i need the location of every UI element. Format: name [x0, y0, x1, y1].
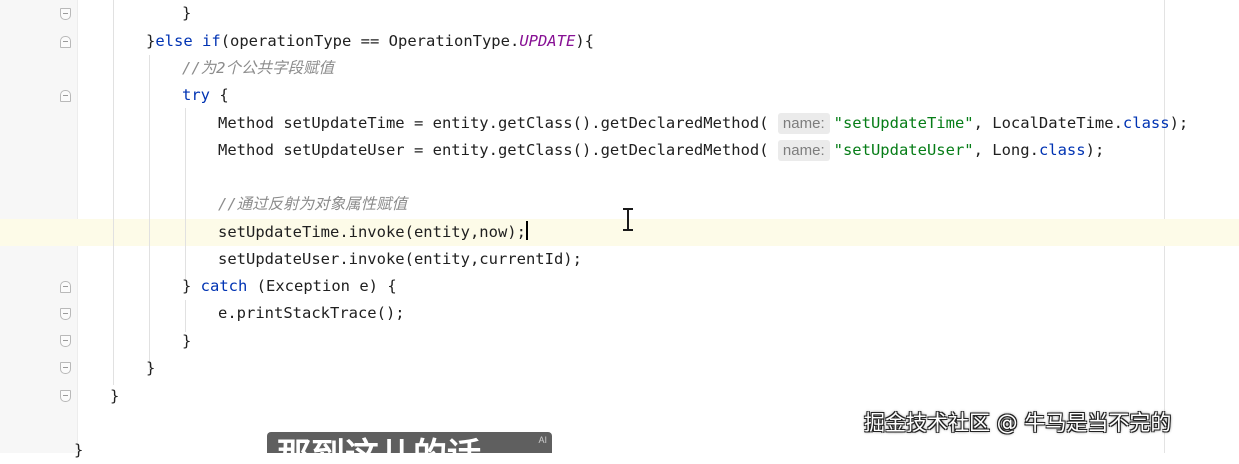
code-text: , LocalDateTime. — [973, 114, 1123, 132]
code-line[interactable]: } — [182, 0, 191, 27]
code-text: ); — [1085, 141, 1105, 159]
ibeam-cursor-icon — [623, 208, 633, 231]
code-comment: //通过反射为对象属性赋值 — [218, 195, 408, 213]
parameter-hint: name: — [777, 113, 830, 134]
fold-marker-icon[interactable] — [60, 90, 71, 102]
code-text: (Exception e) { — [247, 277, 397, 295]
fold-marker-icon[interactable] — [60, 8, 71, 20]
code-line[interactable]: } — [74, 437, 83, 464]
code-text: ); — [1169, 114, 1189, 132]
brace: } — [146, 32, 156, 50]
watermark-text: 掘金技术社区 @ 牛马是当不完的 — [864, 411, 1172, 435]
code-text: setUpdateUser.invoke(entity,currentId); — [218, 250, 582, 268]
brace: } — [182, 332, 192, 350]
text-caret — [525, 221, 528, 240]
brace: } — [146, 359, 156, 377]
keyword-else: else — [155, 32, 193, 50]
indent-guide — [149, 55, 150, 370]
code-text: setUpdateTime.invoke(entity,now); — [218, 223, 526, 241]
fold-marker-icon[interactable] — [60, 390, 71, 402]
subtitle-caption: 那到这儿的话 AI — [267, 432, 552, 453]
code-text: (operationType == OperationType. — [220, 32, 520, 50]
code-line-comment[interactable]: //通过反射为对象属性赋值 — [218, 191, 407, 218]
code-text: e.printStackTrace(); — [218, 304, 405, 322]
code-line-comment[interactable]: //为2个公共字段赋值 — [182, 55, 334, 82]
code-line[interactable]: } — [182, 328, 191, 355]
indent-guide — [113, 0, 114, 385]
fold-marker-icon[interactable] — [60, 281, 71, 293]
fold-marker-icon[interactable] — [60, 308, 71, 320]
string-literal: "setUpdateTime" — [833, 114, 974, 132]
keyword-class: class — [1038, 141, 1086, 159]
code-line-try[interactable]: try { — [182, 82, 229, 109]
fold-marker-icon[interactable] — [60, 335, 71, 347]
code-line[interactable]: } — [110, 383, 119, 410]
code-line-invoke-user[interactable]: setUpdateUser.invoke(entity,currentId); — [218, 246, 582, 273]
code-line-else-if[interactable]: }else if(operationType == OperationType.… — [146, 28, 594, 55]
parameter-hint: name: — [777, 140, 830, 161]
code-line-method-user[interactable]: Method setUpdateUser = entity.getClass()… — [218, 137, 1104, 164]
keyword-class: class — [1122, 114, 1170, 132]
string-literal: "setUpdateUser" — [833, 141, 974, 159]
code-line-method-time[interactable]: Method setUpdateTime = entity.getClass()… — [218, 110, 1188, 137]
code-text: ){ — [575, 32, 594, 50]
brace: } — [110, 387, 120, 405]
ai-badge: AI — [538, 435, 547, 445]
brace: } — [182, 277, 201, 295]
code-line-invoke-time[interactable]: setUpdateTime.invoke(entity,now); — [218, 219, 528, 246]
indent-guide — [185, 108, 186, 280]
code-text: Method setUpdateUser = entity.getClass()… — [218, 141, 769, 159]
code-text: , Long. — [973, 141, 1039, 159]
code-line[interactable]: } — [146, 355, 155, 382]
keyword-if: if — [202, 32, 221, 50]
brace: } — [74, 441, 84, 459]
brace: } — [182, 4, 192, 22]
code-line-print-stack[interactable]: e.printStackTrace(); — [218, 300, 405, 327]
subtitle-text: 那到这儿的话 — [277, 436, 481, 453]
code-editor[interactable]: } }else if(operationType == OperationTyp… — [0, 0, 1239, 459]
fold-marker-icon[interactable] — [60, 362, 71, 374]
brace: { — [210, 86, 229, 104]
code-comment: //为2个公共字段赋值 — [182, 59, 334, 77]
code-text: Method setUpdateTime = entity.getClass()… — [218, 114, 769, 132]
keyword-catch: catch — [200, 277, 248, 295]
fold-marker-icon[interactable] — [60, 36, 71, 48]
enum-constant: UPDATE — [519, 32, 576, 50]
code-line-catch[interactable]: } catch (Exception e) { — [182, 273, 397, 300]
keyword-try: try — [182, 86, 210, 104]
